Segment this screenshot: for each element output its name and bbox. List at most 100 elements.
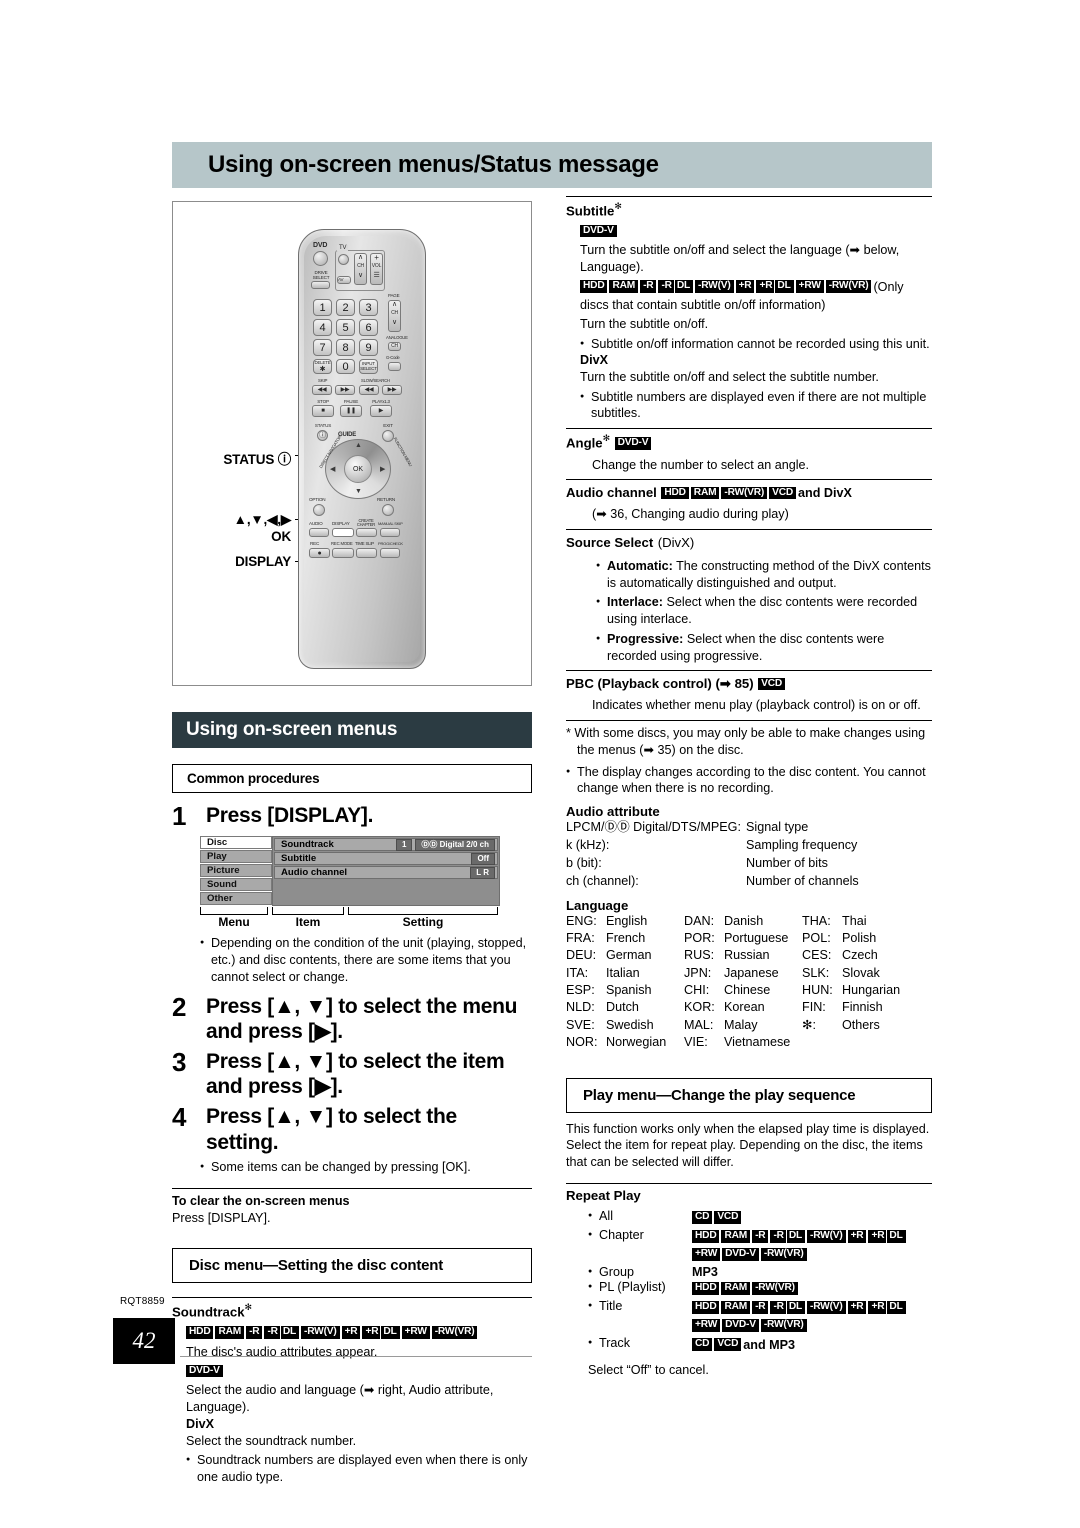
soundtrack-line-2: Select the audio and language (➡ right, … (186, 1383, 494, 1415)
source-select-progressive-name: Progressive: (607, 631, 684, 646)
audio-attribute-row-4: ch (channel): Number of channels (566, 873, 932, 891)
subtitle-title: Subtitle (566, 203, 615, 219)
audio-attribute-row-3-def: Number of bits (746, 855, 828, 870)
badge-plus-r-dl-subtitle: +R DL (756, 280, 794, 293)
osd-menu-item-picture[interactable]: Picture (200, 864, 272, 878)
language-code-fin: FIN: (802, 1000, 826, 1015)
label-gcode: G-Code (386, 355, 400, 360)
angle-section: Angle✻ DVD-V Change the number to select… (566, 433, 932, 473)
return-button[interactable] (382, 504, 394, 516)
osd-menu-item-disc[interactable]: Disc (200, 836, 272, 850)
subtitle-badges-2: HDD RAM -R -R DL -RW(V) +R +R DL +RW -RW(VR) (Only … (580, 278, 932, 314)
badge-dvd-v: DVD-V (186, 1364, 223, 1378)
label-time-slip: TIME SLIP (355, 541, 374, 546)
time-slip-button[interactable] (356, 548, 377, 558)
gcode-button[interactable] (388, 362, 401, 371)
osd-row-subtitle[interactable]: Subtitle Off (274, 852, 498, 866)
language-column-3: THA: Thai POL: Polish CES: Czech SLK: Slovak… (802, 913, 920, 1052)
language-column-2: DAN: Danish POR: Portuguese RUS: Russian JP… (684, 913, 802, 1052)
label-rec-mode: REC MODE (331, 541, 353, 546)
dpad-up-icon[interactable]: ▲ (355, 442, 362, 449)
osd-menu-item-sound[interactable]: Sound (200, 878, 272, 892)
badge-hdd-ac: HDD (661, 486, 689, 500)
callout-ok-label: OK (271, 529, 291, 544)
language-code-nor: NOR: (566, 1035, 598, 1050)
label-analogue-ch: CH (391, 343, 398, 349)
dpad-left-icon[interactable]: ◀ (330, 465, 335, 473)
create-chapter-button[interactable] (356, 528, 377, 537)
footnote-bullet: The display changes according to the dis… (566, 764, 932, 797)
language-row-mal: MAL: Malay (684, 1017, 802, 1034)
power-button[interactable] (313, 251, 328, 266)
language-code-por: POR: (684, 930, 715, 945)
rec-mode-button[interactable] (332, 548, 354, 558)
osd-row-audio-channel-value[interactable]: L R (470, 866, 495, 879)
dpad-down-icon[interactable]: ▼ (355, 488, 362, 495)
osd-row-soundtrack-value2[interactable]: ⒹⒹ Digital 2/0 ch (415, 838, 495, 851)
osd-row-soundtrack-label: Soundtrack (281, 839, 334, 851)
language-row-por: POR: Portuguese (684, 930, 802, 947)
label-play: PLAYx1.3 (372, 399, 390, 404)
source-select-progressive: Progressive: Select when the disc conten… (596, 631, 932, 664)
osd-item-column: Soundtrack 1 ⒹⒹ Digital 2/0 ch Subtitle … (272, 836, 500, 907)
badge-vcd-track: VCD (714, 1338, 742, 1351)
step-1-number: 1 (172, 801, 187, 831)
label-delete: DELETE (314, 360, 331, 365)
tv-power-button[interactable] (338, 254, 349, 265)
osd-menu-item-other[interactable]: Other (200, 892, 272, 906)
source-select-title: Source Select (566, 535, 654, 550)
badge-plus-r-subtitle: +R (735, 280, 755, 293)
manual-skip-button[interactable] (380, 528, 400, 537)
badge-dvd-v-chapter: DVD-V (722, 1248, 759, 1261)
language-row-rus: RUS: Russian (684, 947, 802, 964)
language-name-nor: Norwegian (606, 1035, 667, 1050)
key-5-label: 5 (342, 322, 349, 334)
source-select-automatic-name: Automatic: (607, 559, 673, 573)
audio-button[interactable] (309, 528, 329, 537)
badge-rw-v-chapter: -RW(V) (807, 1230, 846, 1243)
subtitle-bullet-1: Subtitle on/off information cannot be re… (580, 336, 932, 353)
badge-plus-r-chapter: +R (847, 1230, 867, 1243)
language-name-others: Others (842, 1017, 880, 1032)
label-drive-select: DRIVE SELECT (312, 270, 330, 280)
osd-row-subtitle-value[interactable]: Off (471, 852, 495, 865)
ok-button[interactable]: OK (344, 455, 372, 483)
language-name-eng: English (606, 913, 648, 928)
ch-up-arrow: ∧ (358, 254, 363, 261)
language-row-vie: VIE: Vietnamese (684, 1034, 802, 1051)
label-page-ch: CH (391, 310, 398, 316)
language-code-eng: ENG: (566, 913, 597, 928)
label-analogue: ANALOGUE (386, 335, 408, 340)
language-row-jpn: JPN: Japanese (684, 965, 802, 982)
language-code-chi: CHI: (684, 983, 710, 998)
language-row-nld: NLD: Dutch (566, 999, 684, 1016)
osd-row-soundtrack[interactable]: Soundtrack 1 ⒹⒹ Digital 2/0 ch (274, 838, 498, 852)
language-row-fra: FRA: French (566, 930, 684, 947)
drive-select-button[interactable] (311, 281, 330, 289)
badge-plus-rw-subtitle: +RW (795, 280, 824, 293)
subtitle-line-1: Turn the subtitle on/off and select the … (580, 243, 900, 275)
language-code-fra: FRA: (566, 930, 595, 945)
label-create-chapter: CREATE CHAPTER (356, 518, 376, 528)
dpad-right-icon[interactable]: ▶ (380, 465, 385, 473)
label-prog-check: PROG/CHECK (378, 541, 403, 546)
subtitle-bullet-2: Subtitle numbers are displayed even if t… (580, 389, 932, 422)
audio-attribute-table: LPCM/ⒹⒹ Digital/DTS/MPEG: Signal type k … (566, 819, 932, 891)
language-row-eng: ENG: English (566, 913, 684, 930)
subtitle-asterisk: ✻ (614, 201, 622, 211)
language-row-pol: POL: Polish (802, 930, 920, 947)
language-name-hun: Hungarian (842, 983, 901, 998)
osd-row-audio-channel[interactable]: Audio channel L R (274, 866, 498, 880)
source-select-section: Source Select (DivX) Automatic: The cons… (566, 534, 932, 664)
badge-dvd-v-title: DVD-V (722, 1319, 759, 1332)
osd-menu-item-play[interactable]: Play (200, 850, 272, 864)
display-button[interactable] (332, 528, 354, 537)
option-button[interactable] (313, 504, 325, 516)
badge-r-dl-subtitle: -R DL (658, 280, 693, 293)
clear-osd-title: To clear the on-screen menus (172, 1193, 350, 1208)
divider-soundtrack (172, 1297, 532, 1299)
badge-r-dl-chapter: -R DL (770, 1230, 805, 1243)
prog-check-button[interactable] (380, 548, 400, 558)
osd-row-soundtrack-value1[interactable]: 1 (395, 838, 413, 851)
language-code-others: ✻: (802, 1017, 817, 1032)
